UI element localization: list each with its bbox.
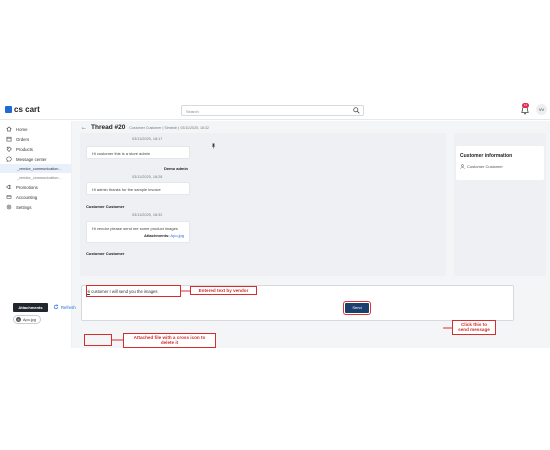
- thread-meta: Customer Customer | Simtech | 03/11/2025…: [129, 125, 210, 130]
- message-text: Hi admin thanks for the sample invoice: [92, 187, 161, 192]
- main-content: ← Thread #20 Customer Customer | Simtech…: [72, 121, 550, 348]
- top-bar: cs cart Search 13 VV: [0, 100, 550, 120]
- message-sender: Demo admin: [164, 166, 189, 171]
- sidebar-item-label: Promotions: [16, 184, 38, 190]
- annotation-send-hint: Click this to send message: [452, 320, 496, 335]
- message-sender: Customer Customer: [86, 251, 125, 256]
- sidebar-item-home[interactable]: Home: [0, 124, 71, 134]
- annotation-entered-text: Entered text by vendor: [190, 286, 257, 296]
- sidebar-item-label: Products: [16, 146, 33, 152]
- message-bubble: Hi vendor please send me some product im…: [86, 221, 190, 243]
- sidebar-subitem-vendor-communication-2[interactable]: _vendor_communication...: [0, 173, 71, 182]
- sidebar-item-label: Orders: [16, 136, 30, 142]
- attachment-link[interactable]: Apo.jpg: [170, 233, 184, 238]
- message-icon: [6, 156, 12, 162]
- message-timestamp: 03/11/2025, 18:32: [132, 213, 163, 217]
- search-placeholder: Search: [186, 109, 199, 114]
- home-icon: [6, 126, 12, 132]
- search-icon[interactable]: [353, 107, 360, 114]
- user-icon: [460, 164, 465, 169]
- refresh-label: Refresh: [61, 304, 76, 310]
- close-icon[interactable]: ×: [16, 317, 21, 322]
- thread-title: Thread #20: [91, 124, 126, 131]
- back-arrow-icon[interactable]: ←: [81, 125, 87, 131]
- refresh-icon: [53, 304, 59, 310]
- sidebar-item-message-center[interactable]: Message center: [0, 154, 71, 164]
- sidebar-item-label: Accounting: [16, 194, 38, 200]
- message-text: Hi vendor please send me some product im…: [92, 226, 178, 231]
- sidebar-item-label: Message center: [16, 156, 47, 162]
- refresh-button[interactable]: Refresh: [53, 304, 76, 310]
- customer-name-text: Customer Customer: [467, 164, 503, 169]
- notification-badge: 13: [522, 103, 529, 108]
- sidebar-item-accounting[interactable]: Accounting: [0, 192, 71, 202]
- sidebar-item-orders[interactable]: Orders: [0, 134, 71, 144]
- thread-header: ← Thread #20 Customer Customer | Simtech…: [81, 124, 209, 131]
- settings-icon: [6, 204, 12, 210]
- sidebar-item-settings[interactable]: Settings: [0, 202, 71, 212]
- sidebar-item-promotions[interactable]: Promotions: [0, 182, 71, 192]
- pin-icon[interactable]: [211, 143, 216, 149]
- customer-info-panel: Customer information Customer Customer: [454, 133, 546, 276]
- sidebar-subitem-vendor-communication[interactable]: _vendor_communication...: [0, 164, 71, 173]
- message-attachment: Attachments: Apo.jpg: [92, 233, 184, 238]
- message-timestamp: 03/11/2025, 18:28: [132, 175, 163, 179]
- entered-text-highlight: [86, 285, 181, 297]
- sidebar-item-label: Settings: [16, 204, 32, 210]
- send-button[interactable]: Send: [343, 301, 371, 315]
- logo-icon: [5, 106, 12, 113]
- logo-text: cs cart: [14, 105, 40, 114]
- sidebar-item-products[interactable]: Products: [0, 144, 71, 154]
- message-sender: Customer Customer: [86, 204, 125, 209]
- orders-icon: [6, 136, 12, 142]
- chat-panel[interactable]: 03/11/2025, 18:17 Hi customer this is a …: [80, 133, 446, 276]
- attached-file-chip: × Apo.jpg: [13, 315, 41, 324]
- logo[interactable]: cs cart: [5, 105, 40, 114]
- attached-file-name: Apo.jpg: [23, 317, 36, 322]
- message-text: Hi customer this is a store admin: [92, 151, 151, 156]
- sidebar: Home Orders Products Message center _ven…: [0, 121, 72, 348]
- app-window: cs cart Search 13 VV Home Orders Product…: [0, 100, 550, 348]
- accounting-icon: [6, 195, 12, 199]
- search-input[interactable]: Search: [181, 105, 364, 116]
- attachments-button[interactable]: Attachments: [13, 303, 48, 312]
- avatar[interactable]: VV: [536, 104, 547, 115]
- customer-info-card: Customer information Customer Customer: [456, 146, 544, 180]
- customer-name[interactable]: Customer Customer: [460, 164, 503, 169]
- products-icon: [6, 146, 12, 152]
- promotions-icon: [6, 184, 12, 190]
- message-bubble: Hi customer this is a store admin: [86, 146, 190, 159]
- customer-info-title: Customer information: [460, 153, 513, 159]
- attached-file-highlight: [84, 334, 112, 346]
- message-timestamp: 03/11/2025, 18:17: [132, 137, 163, 141]
- message-bubble: Hi admin thanks for the sample invoice: [86, 182, 190, 195]
- attachment-label: Attachments:: [143, 233, 170, 238]
- sidebar-item-label: Home: [16, 126, 28, 132]
- annotation-attached-file: Attached file with a cross icon to delet…: [123, 333, 216, 348]
